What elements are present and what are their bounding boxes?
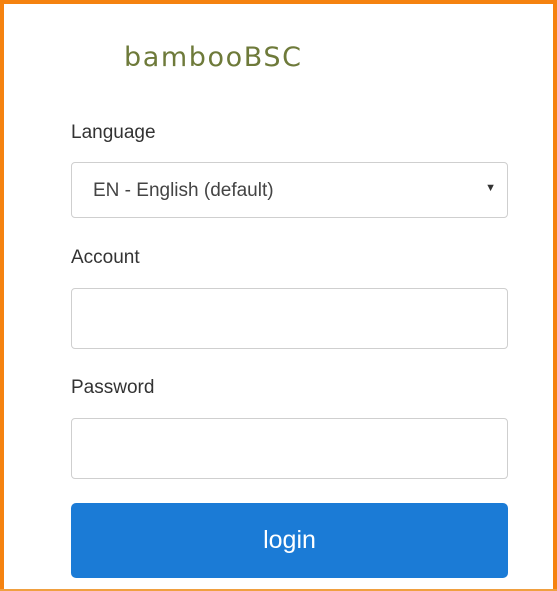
language-label: Language (71, 122, 156, 143)
login-panel: bambooBSC Language EN - English (default… (0, 0, 557, 591)
language-select[interactable]: EN - English (default) ▼ (71, 162, 508, 218)
brand-logo: bambooBSC (124, 42, 303, 73)
login-button[interactable]: login (71, 503, 508, 578)
caret-down-icon: ▼ (485, 182, 496, 194)
account-label: Account (71, 247, 140, 268)
account-input[interactable] (71, 288, 508, 349)
password-input[interactable] (71, 418, 508, 479)
password-label: Password (71, 377, 155, 398)
language-selected-value: EN - English (default) (93, 180, 274, 201)
